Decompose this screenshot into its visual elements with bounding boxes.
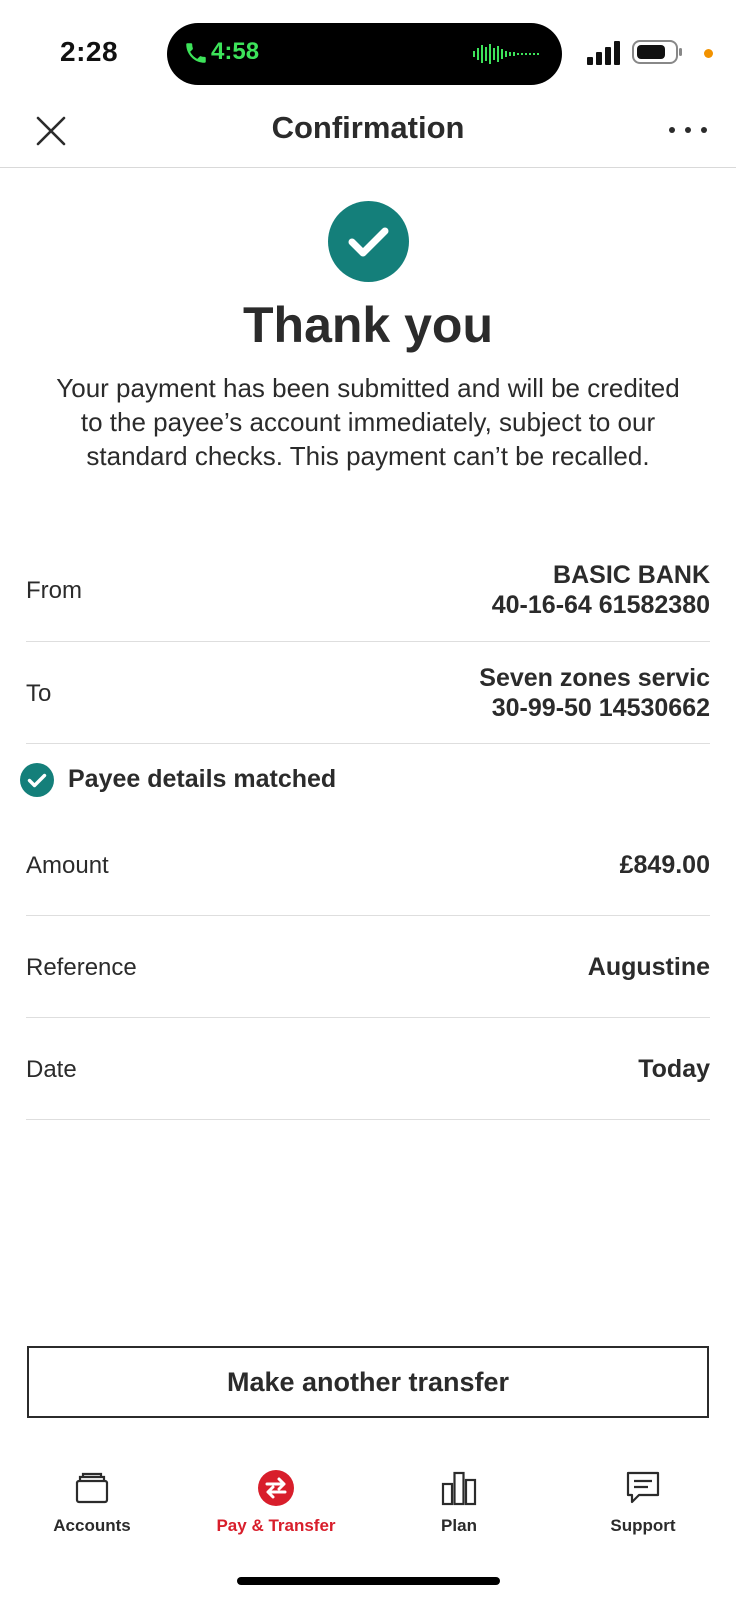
date-label: Date xyxy=(26,1056,77,1083)
amount-label: Amount xyxy=(26,852,109,879)
bar-chart-icon xyxy=(441,1471,477,1506)
from-bank-name: BASIC BANK xyxy=(553,561,710,589)
from-value: BASIC BANK 40-16-64 61582380 xyxy=(492,560,710,620)
from-row: From BASIC BANK 40-16-64 61582380 xyxy=(26,560,710,620)
date-row: Date Today xyxy=(26,1054,710,1090)
divider xyxy=(26,1119,710,1120)
divider xyxy=(26,915,710,916)
divider xyxy=(26,641,710,642)
success-title: Thank you xyxy=(242,297,494,353)
reference-value: Augustine xyxy=(587,953,710,981)
divider xyxy=(26,1017,710,1018)
nav-support-label: Support xyxy=(610,1516,676,1535)
home-indicator[interactable] xyxy=(237,1577,500,1585)
from-label: From xyxy=(26,577,82,604)
nav-plan-label: Plan xyxy=(441,1516,477,1535)
to-value: Seven zones servic 30-99-50 14530662 xyxy=(479,663,710,723)
header-divider xyxy=(0,167,736,168)
reference-label: Reference xyxy=(26,954,137,981)
page-title: Confirmation xyxy=(271,110,465,145)
date-value: Today xyxy=(638,1055,710,1083)
chat-bubble-icon xyxy=(626,1471,660,1504)
wallet-icon xyxy=(75,1472,109,1504)
nav-accounts-label: Accounts xyxy=(53,1516,131,1535)
battery-icon xyxy=(632,40,682,64)
amount-value: £849.00 xyxy=(619,851,710,879)
from-account-number: 40-16-64 61582380 xyxy=(491,591,710,619)
make-another-transfer-button[interactable]: Make another transfer xyxy=(27,1346,709,1418)
phone-icon xyxy=(186,43,206,63)
more-horizontal-icon[interactable] xyxy=(665,112,711,148)
dynamic-island-call[interactable]: 4:58 xyxy=(167,23,562,85)
call-timer: 4:58 xyxy=(211,38,260,65)
nav-plan[interactable]: Plan xyxy=(379,1470,539,1536)
to-row: To Seven zones servic 30-99-50 14530662 xyxy=(26,663,710,723)
audio-waveform-icon xyxy=(473,44,539,64)
privacy-indicator-dot xyxy=(704,49,713,58)
nav-accounts[interactable]: Accounts xyxy=(12,1470,172,1536)
to-payee-name: Seven zones servic xyxy=(479,664,710,692)
status-time: 2:28 xyxy=(60,36,119,67)
reference-row: Reference Augustine xyxy=(26,952,710,988)
nav-support[interactable]: Support xyxy=(563,1470,723,1536)
transfer-arrows-icon xyxy=(258,1470,294,1506)
amount-row: Amount £849.00 xyxy=(26,850,710,886)
divider xyxy=(26,743,710,744)
nav-pay-transfer-label: Pay & Transfer xyxy=(216,1516,336,1535)
success-message: Your payment has been submitted and will… xyxy=(56,373,680,471)
check-circle-icon xyxy=(328,201,409,282)
to-label: To xyxy=(26,680,52,707)
cellular-signal-icon xyxy=(587,41,620,65)
payee-match-status: Payee details matched xyxy=(68,765,337,793)
nav-pay-transfer[interactable]: Pay & Transfer xyxy=(196,1470,356,1536)
check-circle-icon xyxy=(20,763,54,797)
to-account-number: 30-99-50 14530662 xyxy=(491,694,710,722)
